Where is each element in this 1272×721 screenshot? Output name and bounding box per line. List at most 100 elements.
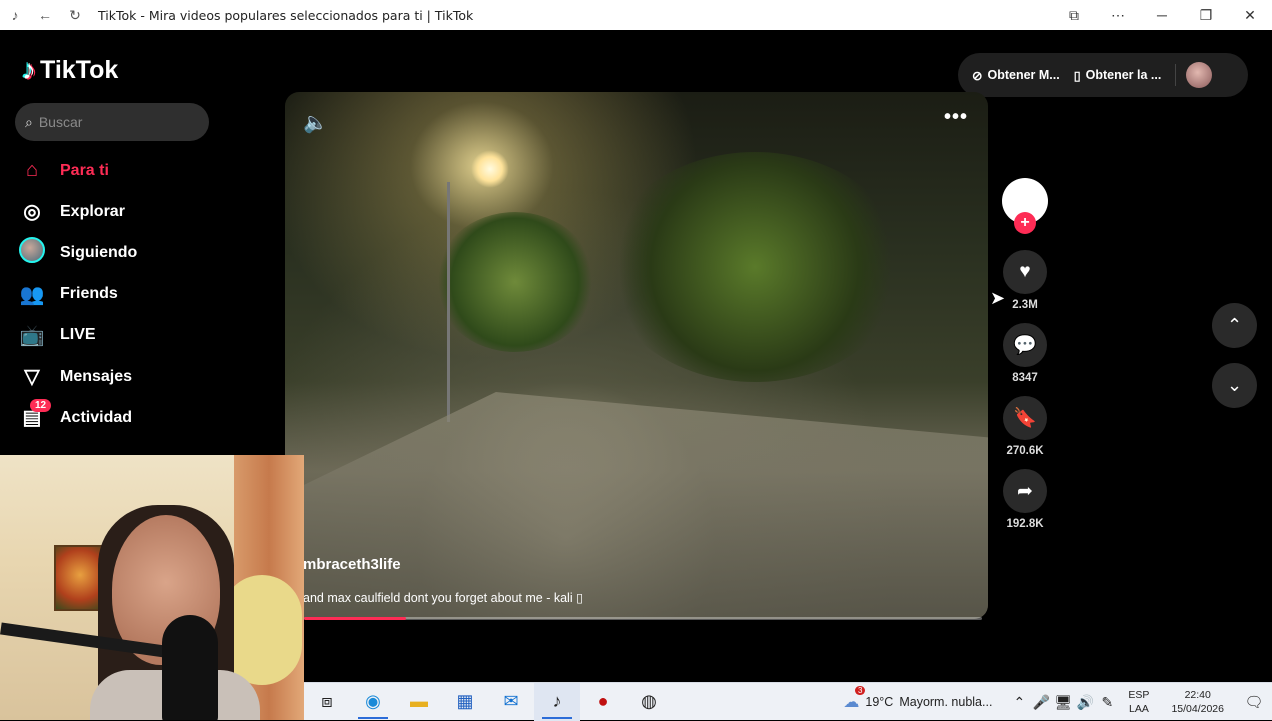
creator-avatar[interactable]: + (1002, 178, 1048, 234)
red-app-icon[interactable]: ● (580, 683, 626, 721)
sidebar-item-label: LIVE (60, 326, 96, 344)
split-screen-icon[interactable]: ⧉ (1052, 7, 1096, 24)
clock-date: 15/04/2026 (1171, 703, 1224, 715)
tiktok-logo[interactable]: ♪ TikTok (22, 54, 118, 86)
video-progress-bar[interactable] (304, 617, 982, 620)
notification-center-icon[interactable]: 🗨 (1236, 693, 1272, 711)
logo-text: TikTok (40, 55, 119, 84)
volume-icon[interactable]: 🔈 (303, 110, 328, 135)
sidebar-item-label: Para ti (60, 161, 109, 179)
search-icon: ⌕ (25, 113, 33, 130)
like-action[interactable]: ♥ 2.3M (1002, 250, 1048, 316)
lang-code: ESP (1128, 689, 1150, 701)
mouse-cursor-icon: ➤ (990, 288, 1006, 308)
more-icon[interactable]: ⋯ (1096, 7, 1140, 24)
video-actions: + ♥ 2.3M 💬 8347 🔖 270.6K ➦ 192.8K (1002, 178, 1048, 535)
share-count: 192.8K (1006, 518, 1044, 530)
weather-widget[interactable]: ☁ 3 19°C Mayorm. nubla... (843, 686, 993, 712)
notification-badge: 12 (30, 399, 52, 413)
video-author[interactable]: mbraceth3life (303, 556, 401, 573)
store-icon[interactable]: ▦ (442, 683, 488, 721)
microphone-icon[interactable]: 🎤 (1030, 694, 1052, 711)
like-count: 2.3M (1012, 299, 1038, 311)
back-icon[interactable]: ← (30, 7, 60, 23)
sidebar-item-label: Friends (60, 285, 118, 303)
obs-icon[interactable]: ◍ (626, 683, 672, 721)
header-actions: ⊘ Obtener M... ▯ Obtener la ... (958, 53, 1248, 97)
language-indicator[interactable]: ESP LAA (1128, 688, 1149, 716)
clock[interactable]: 22:40 15/04/2026 (1171, 688, 1224, 716)
sidebar-item-para-ti[interactable]: ⌂ Para ti (18, 150, 278, 191)
webcam-teddy-bear (222, 575, 302, 685)
tiktok-favicon-icon: ♪ (11, 7, 19, 23)
previous-video-button[interactable]: ⌃ (1212, 303, 1257, 348)
sidebar-item-mensajes[interactable]: ▽ Mensajes (18, 356, 278, 397)
coin-icon: ⊘ (972, 68, 983, 83)
outlook-icon[interactable]: ✉ (488, 683, 534, 721)
weather-temp: 19°C (865, 695, 894, 709)
comment-icon[interactable]: 💬 (1003, 323, 1047, 367)
sidebar-item-label: Siguiendo (60, 243, 138, 261)
home-icon: ⌂ (25, 159, 39, 182)
sidebar-item-label: Explorar (60, 202, 125, 220)
sidebar-item-explorar[interactable]: ◎ Explorar (18, 191, 278, 232)
refresh-icon[interactable]: ↻ (60, 7, 90, 24)
restore-icon[interactable]: ❐ (1184, 7, 1228, 24)
sidebar-item-siguiendo[interactable]: Siguiendo (18, 232, 278, 273)
speaker-icon[interactable]: 🔊 (1074, 694, 1096, 711)
network-icon[interactable]: 🖥 (1052, 694, 1074, 711)
share-action[interactable]: ➦ 192.8K (1002, 469, 1048, 535)
lang-layout: LAA (1129, 703, 1149, 715)
heart-icon[interactable]: ♥ (1003, 250, 1047, 294)
comment-action[interactable]: 💬 8347 (1002, 323, 1048, 389)
windows-taskbar: ⧈ ◉ ▬ ▦ ✉ ♪ ● ◍ ☁ 3 19°C Mayorm. nubla...… (304, 682, 1272, 721)
sidebar-item-label: Mensajes (60, 367, 133, 385)
weather-text: Mayorm. nubla... (899, 695, 993, 709)
video-scene-pole (447, 182, 450, 422)
sidebar-nav: ⌂ Para ti ◎ Explorar Siguiendo 👥 Friends… (18, 150, 278, 438)
minimize-icon[interactable]: ─ (1140, 7, 1184, 23)
sidebar-item-friends[interactable]: 👥 Friends (18, 274, 278, 315)
search-box[interactable]: ⌕ (15, 103, 209, 141)
chevron-up-icon[interactable]: ⌃ (1008, 694, 1030, 711)
profile-avatar[interactable] (1186, 62, 1213, 88)
video-caption: and max caulfield dont you forget about … (303, 591, 583, 605)
divider (1175, 64, 1177, 86)
video-scene-lamp (471, 150, 509, 188)
save-count: 270.6K (1006, 445, 1044, 457)
edge-icon[interactable]: ◉ (350, 683, 396, 721)
search-input[interactable] (38, 114, 189, 130)
video-player[interactable]: 🔈 ••• mbraceth3life and max caulfield do… (285, 92, 988, 619)
video-progress-fill (304, 617, 406, 620)
bookmark-icon[interactable]: 🔖 (1003, 396, 1047, 440)
tiktok-taskbar-icon[interactable]: ♪ (534, 682, 580, 721)
get-app-button[interactable]: ▯ Obtener la ... (1060, 68, 1162, 83)
file-explorer-icon[interactable]: ▬ (396, 683, 442, 721)
close-icon[interactable]: ✕ (1228, 7, 1272, 24)
phone-icon: ▯ (1073, 68, 1081, 83)
clock-time: 22:40 (1184, 689, 1211, 701)
send-icon: ▽ (24, 366, 40, 389)
next-video-button[interactable]: ⌄ (1212, 363, 1257, 408)
video-scene-trees (435, 212, 595, 352)
get-coins-button[interactable]: ⊘ Obtener M... (958, 68, 1060, 83)
webcam-microphone (162, 615, 218, 720)
chevron-down-icon: ⌄ (1226, 375, 1243, 395)
follow-plus-icon[interactable]: + (1014, 212, 1036, 234)
chevron-up-icon: ⌃ (1226, 315, 1243, 335)
video-scene-road (285, 392, 988, 619)
live-icon: 📺 (19, 324, 45, 347)
sidebar-item-actividad[interactable]: ▤ 12 Actividad (18, 397, 278, 438)
webcam-overlay (0, 455, 304, 720)
pen-icon[interactable]: ✎ (1096, 694, 1118, 711)
compass-icon: ◎ (23, 201, 41, 224)
friends-icon: 👥 (19, 283, 45, 306)
save-action[interactable]: 🔖 270.6K (1002, 396, 1048, 462)
more-options-icon[interactable]: ••• (944, 106, 968, 129)
sidebar-item-label: Actividad (60, 408, 133, 426)
task-view-icon[interactable]: ⧈ (304, 683, 350, 721)
sidebar-item-live[interactable]: 📺 LIVE (18, 315, 278, 356)
share-icon[interactable]: ➦ (1003, 469, 1047, 513)
get-coins-label: Obtener M... (987, 68, 1060, 82)
comment-count: 8347 (1012, 372, 1038, 384)
